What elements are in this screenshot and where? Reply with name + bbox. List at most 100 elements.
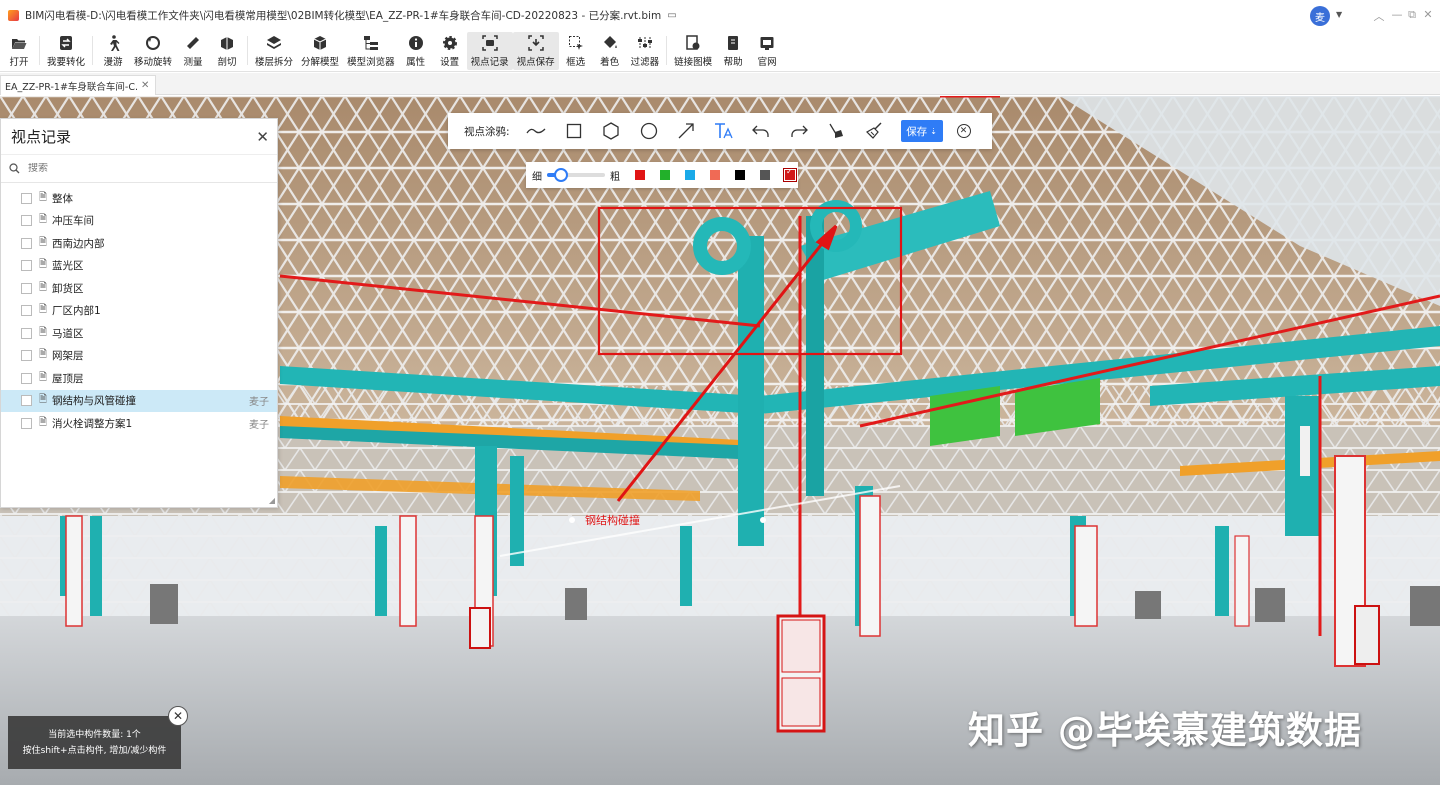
document-icon: 🗎 — [39, 236, 48, 248]
toolbar-explode-button[interactable]: 分解模型 — [297, 32, 343, 70]
toolbar-divider — [39, 36, 40, 65]
3d-viewport[interactable]: 钢结构碰撞 视点记录 ✕ 🗎 整体 🗎 冲压车间 — [0, 96, 1440, 785]
checkbox[interactable] — [21, 395, 32, 407]
folder-open-icon — [11, 35, 27, 51]
toolbar-help-button[interactable]: 帮助 — [716, 32, 750, 70]
list-item[interactable]: 🗎 卸货区 — [1, 277, 277, 300]
text-icon[interactable] — [705, 118, 743, 144]
arrow-icon[interactable] — [668, 118, 706, 144]
stroke-width-slider[interactable] — [547, 168, 605, 182]
color-swatch-black[interactable] — [735, 170, 745, 180]
close-circle-icon[interactable]: ✕ — [956, 124, 971, 138]
list-item[interactable]: 🗎 马道区 — [1, 322, 277, 345]
clear-brush-icon[interactable] — [855, 118, 893, 144]
list-item[interactable]: 🗎 蓝光区 — [1, 255, 277, 278]
collapse-icon[interactable]: ︿ — [1372, 8, 1386, 24]
document-tab[interactable]: EA_ZZ-PR-1#车身联合车间-C... ✕ — [0, 75, 156, 95]
document-tab-bar: EA_ZZ-PR-1#车身联合车间-C... ✕ — [0, 73, 1440, 95]
checkbox[interactable] — [21, 305, 32, 317]
checkbox[interactable] — [21, 192, 32, 204]
toolbar-properties-button[interactable]: 属性 — [399, 32, 433, 70]
layers-icon — [266, 35, 282, 51]
annotation-label: 视点涂鸦: — [464, 125, 510, 138]
chevron-down-icon[interactable]: ▼ — [1336, 10, 1342, 19]
color-swatch-salmon[interactable] — [710, 170, 720, 180]
folder-icon[interactable]: ▭ — [667, 10, 676, 21]
checkbox[interactable] — [21, 215, 32, 227]
checkbox[interactable] — [21, 327, 32, 339]
color-swatch-blue[interactable] — [685, 170, 695, 180]
toolbar-rotate-button[interactable]: 移动旋转 — [130, 32, 176, 70]
undo-icon[interactable] — [743, 118, 781, 144]
cube-icon — [312, 35, 328, 51]
viewpoint-list: 🗎 整体 🗎 冲压车间 🗎 西南边内部 🗎 蓝光区 🗎 卸货区 🗎 厂区内部1 … — [1, 183, 277, 435]
search-input[interactable] — [28, 163, 248, 174]
toolbar-convert-button[interactable]: 我要转化 — [43, 32, 89, 70]
toolbar-model-browser-button[interactable]: 模型浏览器 — [343, 32, 399, 70]
color-swatch-green[interactable] — [660, 170, 670, 180]
eraser-icon[interactable] — [818, 118, 856, 144]
document-icon: 🗎 — [39, 214, 48, 226]
viewpoint-record-panel: 视点记录 ✕ 🗎 整体 🗎 冲压车间 🗎 西南边内部 — [0, 118, 278, 508]
toolbar-floor-split-button[interactable]: 楼层拆分 — [251, 32, 297, 70]
toolbar-viewpoint-record-button[interactable]: 视点记录 — [466, 32, 513, 70]
toolbar-measure-button[interactable]: 测量 — [176, 32, 210, 70]
list-item[interactable]: 🗎 整体 — [1, 187, 277, 210]
list-item[interactable]: 🗎 网架层 — [1, 345, 277, 368]
document-icon: 🗎 — [39, 191, 48, 203]
color-swatch-red[interactable] — [635, 170, 645, 180]
avatar[interactable]: 麦 — [1310, 6, 1330, 26]
circle-icon[interactable] — [630, 118, 668, 144]
annotation-text: 钢结构碰撞 — [585, 513, 640, 527]
resize-handle-icon[interactable]: ◢ — [269, 496, 275, 505]
slider-knob[interactable] — [554, 168, 568, 182]
toolbar-website-button[interactable]: 官网 — [750, 32, 784, 70]
website-icon — [759, 35, 775, 51]
list-item[interactable]: 🗎 消火栓调整方案1 麦子 — [1, 412, 277, 435]
panel-header: 视点记录 ✕ — [1, 119, 277, 155]
toolbar-box-select-button[interactable]: 框选 — [559, 32, 593, 70]
minimize-icon[interactable]: — — [1390, 8, 1404, 21]
polygon-icon[interactable] — [593, 118, 631, 144]
color-swatch-gray[interactable] — [760, 170, 770, 180]
toolbar-color-button[interactable]: 着色 — [593, 32, 627, 70]
filter-icon — [637, 35, 653, 51]
close-icon[interactable]: ✕ — [1421, 8, 1435, 21]
color-swatch-selected[interactable] — [783, 167, 797, 182]
document-icon: 🗎 — [39, 371, 48, 383]
list-item[interactable]: 🗎 冲压车间 — [1, 210, 277, 233]
checkbox[interactable] — [21, 350, 32, 362]
toolbar-section-button[interactable]: 剖切 — [210, 32, 244, 70]
redo-icon[interactable] — [780, 118, 818, 144]
checkbox[interactable] — [21, 372, 32, 384]
freehand-icon[interactable] — [518, 118, 556, 144]
close-icon[interactable]: ✕ — [256, 128, 269, 146]
viewpoint-save-icon — [527, 34, 544, 51]
toolbar-viewpoint-save-button[interactable]: 视点保存 — [512, 32, 559, 70]
toolbar-open-button[interactable]: 打开 — [2, 32, 36, 70]
main-toolbar: 打开 我要转化 漫游 移动旋转 测量 剖切 楼层拆分 分解模型 模型浏览器 属性 — [0, 30, 1440, 72]
list-item[interactable]: 🗎 西南边内部 — [1, 232, 277, 255]
paint-bucket-icon — [602, 35, 618, 51]
close-icon[interactable]: ✕ — [168, 706, 188, 726]
document-icon: 🗎 — [39, 259, 48, 271]
ruler-icon — [185, 35, 201, 51]
toolbar-link-drawing-button[interactable]: 链接图模 — [670, 32, 716, 70]
save-button[interactable]: 保存 ⇣ — [900, 120, 943, 142]
toolbar-filter-button[interactable]: 过滤器 — [627, 32, 664, 70]
checkbox[interactable] — [21, 237, 32, 249]
close-icon[interactable]: ✕ — [141, 80, 149, 91]
title-bar: BIM闪电看模-D:\闪电看模工作文件夹\闪电看模常用模型\02BIM转化模型\… — [0, 0, 1440, 30]
panel-title: 视点记录 — [11, 128, 72, 146]
list-item[interactable]: 🗎 屋顶层 — [1, 367, 277, 390]
toolbar-settings-button[interactable]: 设置 — [433, 32, 467, 70]
list-item-selected[interactable]: 🗎 钢结构与风管碰撞 麦子 — [1, 389, 277, 412]
checkbox[interactable] — [21, 417, 32, 429]
list-item[interactable]: 🗎 厂区内部1 — [1, 300, 277, 323]
document-icon: 🗎 — [39, 304, 48, 316]
toolbar-walk-button[interactable]: 漫游 — [96, 32, 130, 70]
rectangle-icon[interactable] — [555, 118, 593, 144]
restore-icon[interactable]: ⧉ — [1405, 8, 1419, 22]
checkbox[interactable] — [21, 282, 32, 294]
checkbox[interactable] — [21, 260, 32, 272]
